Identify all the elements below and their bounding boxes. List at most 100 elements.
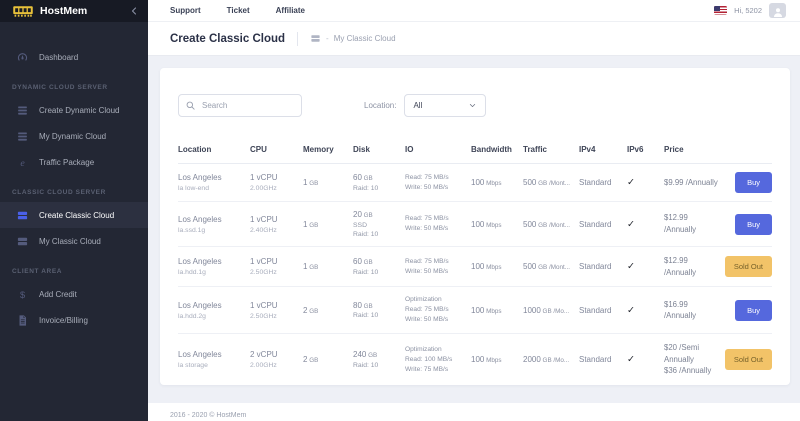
cell-price: $20 /Semi Annually$36 /Annually <box>664 342 724 377</box>
sidebar-item-create-dynamic-cloud[interactable]: Create Dynamic Cloud <box>0 97 148 123</box>
breadcrumb-label: My Classic Cloud <box>334 34 396 43</box>
cell-disk: 20 GBSSDRaid: 10 <box>353 210 405 238</box>
cell-disk: 60 GBRaid: 10 <box>353 257 405 276</box>
sidebar-item-label: Invoice/Billing <box>39 316 88 325</box>
cell-traffic: 1000 GB /Mo... <box>523 306 579 315</box>
sidebar-item-create-classic-cloud[interactable]: Create Classic Cloud <box>0 202 148 228</box>
cell-memory: 1 GB <box>303 178 353 187</box>
list-icon <box>16 104 29 117</box>
topbar-link-support[interactable]: Support <box>170 6 201 15</box>
cell-bandwidth: 100 Mbps <box>471 220 523 229</box>
cell-traffic: 500 GB /Mont... <box>523 220 579 229</box>
sidebar-item-add-credit[interactable]: $Add Credit <box>0 281 148 307</box>
logo: HostMem <box>0 0 148 22</box>
topbar-right: Hi, 5202 <box>714 3 786 18</box>
language-flag-icon[interactable] <box>714 6 727 15</box>
sidebar-item-my-dynamic-cloud[interactable]: My Dynamic Cloud <box>0 123 148 149</box>
sidebar-item-invoice-billing[interactable]: Invoice/Billing <box>0 307 148 333</box>
cell-location: Los Angelesla storage <box>178 350 250 369</box>
topbar: Support Ticket Affiliate Hi, 5202 <box>148 0 800 22</box>
column-header-bandwidth: Bandwidth <box>471 145 523 154</box>
sidebar-item-label: Traffic Package <box>39 158 94 167</box>
cell-price: $12.99 /Annually <box>664 212 724 235</box>
column-header-memory: Memory <box>303 145 353 154</box>
search-input[interactable] <box>178 94 302 117</box>
server-icon <box>16 209 29 222</box>
cell-action: Buy <box>724 214 772 235</box>
table-row: Los Angelesla low-end1 vCPU2.00GHz1 GB60… <box>178 164 772 202</box>
cell-ipv4: Standard <box>579 262 627 271</box>
checkmark-icon: ✓ <box>627 354 635 365</box>
cell-traffic: 500 GB /Mont... <box>523 262 579 271</box>
cell-bandwidth: 100 Mbps <box>471 355 523 364</box>
cell-disk: 80 GBRaid: 10 <box>353 301 405 320</box>
list-icon <box>16 130 29 143</box>
svg-text:$: $ <box>20 289 25 299</box>
column-header-ipv4: IPv4 <box>579 145 627 154</box>
cell-bandwidth: 100 Mbps <box>471 262 523 271</box>
cell-ipv6: ✓ <box>627 177 664 188</box>
sold-out-button[interactable]: Sold Out <box>725 256 772 277</box>
sidebar-nav: DashboardDYNAMIC CLOUD SERVERCreate Dyna… <box>0 22 148 333</box>
user-avatar[interactable] <box>769 3 786 18</box>
sidebar-item-traffic-package[interactable]: e Traffic Package <box>0 149 148 175</box>
content: Location: All LocationCPUMemoryDiskIOBan… <box>148 56 800 403</box>
buy-button[interactable]: Buy <box>735 300 772 321</box>
checkmark-icon: ✓ <box>627 305 635 316</box>
sidebar-item-label: Create Classic Cloud <box>39 211 114 220</box>
cell-io: Read: 75 MB/sWrite: 50 MB/s <box>405 173 471 193</box>
ram-icon <box>12 5 34 18</box>
topbar-link-ticket[interactable]: Ticket <box>227 6 250 15</box>
cell-traffic: 2000 GB /Mo... <box>523 355 579 364</box>
cell-ipv4: Standard <box>579 355 627 364</box>
cell-cpu: 1 vCPU2.40GHz <box>250 215 303 234</box>
cell-ipv4: Standard <box>579 220 627 229</box>
cell-io: OptimizationRead: 75 MB/sWrite: 50 MB/s <box>405 295 471 325</box>
search-box <box>178 94 302 117</box>
cell-memory: 1 GB <box>303 220 353 229</box>
cell-action: Buy <box>724 300 772 321</box>
sidebar-item-label: My Dynamic Cloud <box>39 132 106 141</box>
buy-button[interactable]: Buy <box>735 214 772 235</box>
cell-traffic: 500 GB /Mont... <box>523 178 579 187</box>
sold-out-button[interactable]: Sold Out <box>725 349 772 370</box>
cell-ipv6: ✓ <box>627 354 664 365</box>
svg-text:e: e <box>20 157 25 168</box>
copyright-text: 2016 - 2020 © HostMem <box>170 412 246 419</box>
column-header-ipv6: IPv6 <box>627 145 664 154</box>
header-divider <box>297 32 298 46</box>
traffic-icon: e <box>16 156 29 169</box>
breadcrumb-separator: - <box>326 34 329 43</box>
plans-card: Location: All LocationCPUMemoryDiskIOBan… <box>160 68 790 385</box>
topbar-link-affiliate[interactable]: Affiliate <box>276 6 305 15</box>
cell-memory: 2 GB <box>303 306 353 315</box>
cell-cpu: 2 vCPU2.00GHz <box>250 350 303 369</box>
location-label: Location: <box>364 101 396 110</box>
buy-button[interactable]: Buy <box>735 172 772 193</box>
footer: 2016 - 2020 © HostMem <box>148 403 800 421</box>
dollar-icon: $ <box>16 288 29 301</box>
invoice-icon <box>16 314 29 327</box>
cell-cpu: 1 vCPU2.50GHz <box>250 257 303 276</box>
sidebar-item-my-classic-cloud[interactable]: My Classic Cloud <box>0 228 148 254</box>
cell-memory: 2 GB <box>303 355 353 364</box>
cell-price: $9.99 /Annually <box>664 177 724 189</box>
user-greeting: Hi, 5202 <box>734 6 762 15</box>
filters-bar: Location: All <box>178 94 772 117</box>
checkmark-icon: ✓ <box>627 261 635 272</box>
breadcrumb[interactable]: - My Classic Cloud <box>310 33 395 44</box>
sidebar-item-dashboard[interactable]: Dashboard <box>0 44 148 70</box>
cell-location: Los Angelesla.hdd.1g <box>178 257 250 276</box>
table-row: Los Angelesla storage2 vCPU2.00GHz2 GB24… <box>178 334 772 385</box>
brand-name: HostMem <box>40 5 128 17</box>
table-header-row: LocationCPUMemoryDiskIOBandwidthTrafficI… <box>178 139 772 164</box>
page-title: Create Classic Cloud <box>170 33 285 45</box>
table-row: Los Angelesla.hdd.2g1 vCPU2.50GHz2 GB80 … <box>178 287 772 334</box>
search-icon <box>185 100 196 111</box>
cell-ipv6: ✓ <box>627 219 664 230</box>
location-select[interactable]: All <box>404 94 486 117</box>
cell-location: Los Angelesla.ssd.1g <box>178 215 250 234</box>
sidebar-section-label: CLASSIC CLOUD SERVER <box>0 175 148 202</box>
cell-disk: 60 GBRaid: 10 <box>353 173 405 192</box>
sidebar-collapse-icon[interactable] <box>128 5 140 17</box>
